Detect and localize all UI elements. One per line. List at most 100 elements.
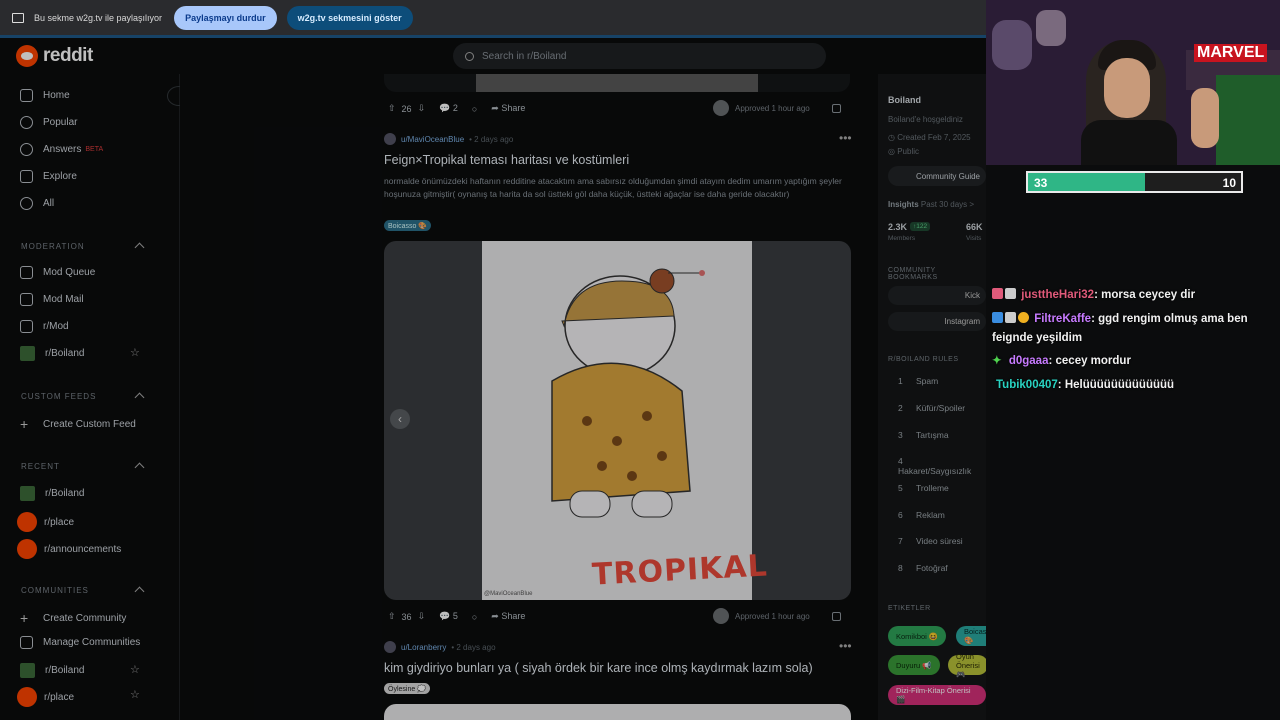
chat-message: FiltreKaffe: ggd rengim olmuş ama ben fe… (992, 310, 1272, 348)
award-icon[interactable]: ○ (472, 612, 477, 622)
tag-duyuru[interactable]: Duyuru 📢 (888, 655, 940, 675)
award-icon[interactable]: ○ (472, 104, 477, 114)
communities-title: COMMUNITIES (21, 586, 89, 595)
post-time: • 2 days ago (451, 642, 496, 652)
rule-item[interactable]: 5 Trolleme (898, 483, 949, 493)
post-author[interactable]: u/Loranberry (401, 643, 446, 652)
beta-badge: BETA (85, 146, 104, 153)
queue-icon (20, 266, 33, 279)
mod-icon (20, 320, 33, 333)
downvote-icon[interactable]: ⇩ (418, 611, 426, 622)
next-post-media[interactable] (384, 704, 851, 720)
recent-item-place[interactable]: r/place (17, 512, 74, 532)
post-actions: ⇧ 36 ⇩ 💬 5 ○ ➦ Share (388, 611, 525, 622)
user-avatar[interactable] (384, 133, 396, 145)
share-button[interactable]: ➦ Share (491, 611, 525, 622)
plus-icon: + (20, 416, 29, 432)
rule-item[interactable]: 6 Reklam (898, 510, 945, 520)
boiland-icon (20, 663, 35, 678)
communities-collapse-icon[interactable] (134, 586, 145, 597)
artist-signature: @MaviOceanBlue (484, 591, 533, 597)
manage-communities[interactable]: Manage Communities (20, 636, 140, 649)
vote-control[interactable]: ⇧ 26 ⇩ (388, 103, 425, 114)
create-custom-feed[interactable]: + Create Custom Feed (20, 416, 136, 432)
post-body: normalde önümüzdeki haftanın redditine a… (384, 176, 842, 199)
show-tab-button[interactable]: w2g.tv sekmesini göster (286, 5, 413, 30)
comments-button[interactable]: 💬 2 (439, 103, 458, 114)
search-input[interactable]: Search in r/Boiland (453, 43, 826, 69)
bookmark-instagram[interactable]: Instagram (888, 312, 986, 331)
post-meta: u/Loranberry • 2 days ago (384, 641, 496, 653)
stop-sharing-button[interactable]: Paylaşmayı durdur (174, 5, 277, 30)
chat-username: justtheHari32 (1021, 289, 1095, 301)
sidebar-item-mod-queue[interactable]: Mod Queue (20, 266, 95, 279)
sidebar-item-explore[interactable]: Explore (20, 170, 77, 183)
popular-icon (20, 116, 33, 129)
rule-item[interactable]: 2 Küfür/Spoiler (898, 403, 965, 413)
community-item-place[interactable]: r/place (17, 687, 74, 707)
post-meta: u/MaviOceanBlue • 2 days ago (384, 133, 513, 145)
previous-post-media[interactable] (384, 74, 850, 92)
recent-collapse-icon[interactable] (134, 462, 145, 473)
sidebar-item-home[interactable]: Home (20, 89, 70, 102)
chat-username: d0gaaa (1008, 355, 1049, 367)
upvote-icon[interactable]: ⇧ (388, 103, 396, 114)
sidebar-item-all[interactable]: All (20, 197, 54, 210)
chat-badge-icon: ✦ (992, 355, 1002, 367)
community-guide-button[interactable]: Community Guide (888, 166, 986, 186)
select-checkbox[interactable] (832, 104, 841, 113)
share-button[interactable]: ➦ Share (491, 103, 525, 114)
more-options-icon[interactable]: ••• (839, 131, 852, 145)
recent-item-boiland[interactable]: r/Boiland (20, 486, 84, 501)
vote-control[interactable]: ⇧ 36 ⇩ (388, 611, 425, 622)
tag-komikboi[interactable]: Komikboi 😆 (888, 626, 947, 646)
sidebar-item-answers[interactable]: Answers BETA (20, 143, 103, 156)
rule-item[interactable]: 1 Spam (898, 376, 938, 386)
rule-item[interactable]: 4Hakaret/Saygısızlık (898, 456, 986, 476)
favorite-star-icon[interactable]: ☆ (130, 663, 140, 676)
rule-item[interactable]: 7 Video süresi (898, 536, 963, 546)
post-flair[interactable]: Öylesine 💭 (384, 683, 430, 694)
figure-toy (1036, 10, 1066, 46)
visits-count: 66K (966, 222, 983, 232)
explore-icon (20, 170, 33, 183)
upvote-icon[interactable]: ⇧ (388, 611, 396, 622)
chat-message: ✦ d0gaaa: cecey mordur (992, 352, 1272, 371)
favorite-star-icon[interactable]: ☆ (130, 688, 140, 701)
recent-title: RECENT (21, 462, 60, 471)
reddit-logo[interactable]: reddit (16, 45, 93, 67)
goal-right-value: 10 (1222, 176, 1236, 190)
post-flair[interactable]: Boicasso 🎨 (384, 220, 432, 231)
bookmark-kick[interactable]: Kick (888, 286, 986, 305)
tag-dizi-film-kitap[interactable]: Dizi-Film-Kitap Önerisi 🎬 (888, 685, 986, 705)
rule-item[interactable]: 3 Tartışma (898, 430, 949, 440)
post-title[interactable]: Feign×Tropikal teması haritası ve kostüm… (384, 153, 629, 167)
recent-item-announcements[interactable]: r/announcements (17, 539, 121, 559)
favorite-star-icon[interactable]: ☆ (130, 346, 140, 359)
downvote-icon[interactable]: ⇩ (418, 103, 426, 114)
sidebar-item-r-mod[interactable]: r/Mod (20, 320, 69, 333)
insights-header[interactable]: Insights Past 30 days > (888, 200, 974, 209)
create-community[interactable]: + Create Community (20, 610, 126, 626)
community-item-boiland[interactable]: r/Boiland (20, 663, 84, 678)
comments-button[interactable]: 💬 5 (439, 611, 458, 622)
chat-message: justtheHari32: morsa ceycey dir (992, 286, 1272, 305)
visibility: ◎ Public (888, 147, 919, 156)
sidebar-item-mod-mail[interactable]: Mod Mail (20, 293, 84, 306)
post-author[interactable]: u/MaviOceanBlue (401, 135, 464, 144)
tag-oyun-onerisi[interactable]: Oyun Önerisi 🎮 (948, 652, 986, 679)
figure-toy (992, 20, 1032, 70)
rules-title: R/BOILAND RULES (888, 356, 959, 363)
tag-boicasso[interactable]: Boicasso 🎨 (956, 626, 986, 646)
sidebar-item-popular[interactable]: Popular (20, 116, 77, 129)
user-avatar[interactable] (384, 641, 396, 653)
carousel-prev-button[interactable]: ‹ (390, 409, 410, 429)
sidebar-item-r-boiland[interactable]: r/Boiland (20, 346, 84, 361)
more-options-icon[interactable]: ••• (839, 639, 852, 653)
post-image[interactable]: TROPIKAL @MaviOceanBlue ‹ (384, 241, 851, 600)
select-checkbox[interactable] (832, 612, 841, 621)
custom-feeds-collapse-icon[interactable] (134, 392, 145, 403)
rule-item[interactable]: 8 Fotoğraf (898, 563, 948, 573)
moderation-collapse-icon[interactable] (134, 242, 145, 253)
post-title[interactable]: kim giydiriyo bunları ya ( siyah ördek b… (384, 661, 813, 675)
